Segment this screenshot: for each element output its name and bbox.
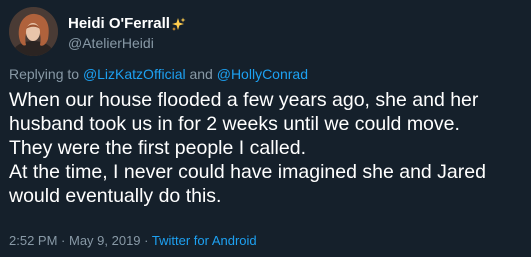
tweet-text-line: When our house flooded a few years ago, … [9,89,479,111]
replying-to-joiner: and [185,66,217,82]
meta-separator: · [140,233,152,248]
tweet-text: When our house flooded a few years ago, … [9,88,529,208]
tweet-text-line: would eventually do this. [9,185,222,207]
display-name-row: Heidi O'Ferrall [68,15,186,33]
tweet-metadata: 2:52 PM · May 9, 2019 · Twitter for Andr… [9,232,257,250]
meta-separator: · [57,233,69,248]
tweet-text-line: husband took us in for 2 weeks until we … [9,113,460,135]
mention-link-hollyconrad[interactable]: @HollyConrad [217,66,308,82]
tweet-date[interactable]: May 9, 2019 [69,233,141,248]
tweet-source-link[interactable]: Twitter for Android [152,233,257,248]
tweet-text-line: They were the first people I called. [9,137,306,159]
tweet-time[interactable]: 2:52 PM [9,233,57,248]
tweet-text-line: At the time, I never could have imagined… [9,161,486,183]
avatar[interactable] [9,7,58,56]
tweet-header: Heidi O'Ferrall @AtelierHeidi [9,7,186,56]
user-handle[interactable]: @AtelierHeidi [68,34,186,52]
replying-to-label: Replying to [9,66,83,82]
sparkles-icon [171,17,186,32]
replying-to: Replying to @LizKatzOfficial and @HollyC… [9,65,308,83]
display-name[interactable]: Heidi O'Ferrall [68,15,170,33]
mention-link-lizkatzofficial[interactable]: @LizKatzOfficial [83,66,186,82]
author-names: Heidi O'Ferrall @AtelierHeidi [68,15,186,52]
tweet-card: Heidi O'Ferrall @AtelierHeidi Replying t… [0,0,531,257]
